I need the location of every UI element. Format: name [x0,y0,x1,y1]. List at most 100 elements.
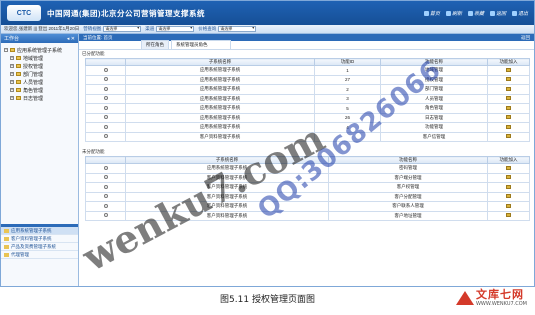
edit-icon[interactable] [506,124,511,129]
row-radio[interactable] [85,191,126,202]
row-radio[interactable] [85,93,126,104]
app-header: CTC 中国网通(集团)北京分公司营销管理支撑系统 首页 刷新 收藏 返回 退出 [1,1,534,25]
home-link[interactable]: 首页 [423,10,440,17]
view-select[interactable]: 请选择 [103,26,142,32]
expand-icon[interactable]: + [10,80,14,84]
expand-icon[interactable]: + [10,96,14,100]
tree-item-personnel[interactable]: + 人员管理 [4,78,75,86]
collapse-icon[interactable]: − [4,48,8,52]
tree-item-authorization[interactable]: + 授权管理 [4,62,75,70]
channel-select[interactable]: 请选择 [156,26,195,32]
radio-icon[interactable] [103,77,108,82]
add-function-cell [487,201,530,212]
table-row: 客户资料管理子系统 客户端分管理 [85,172,530,183]
tree-item-department[interactable]: + 部门管理 [4,70,75,78]
function-name-cell: 部门管理 [379,84,489,95]
function-name-cell: 功能管理 [379,122,489,133]
edit-icon[interactable] [506,86,511,91]
row-radio[interactable] [85,163,126,174]
tree-item-region[interactable]: + 地域管理 [4,54,75,62]
module-customer[interactable]: 客户资料管理子系统 [1,235,78,243]
row-radio[interactable] [85,74,126,85]
row-radio[interactable] [85,172,126,183]
folder-icon [4,228,9,233]
edit-icon[interactable] [506,213,511,218]
refresh-link[interactable]: 刷新 [445,10,462,17]
add-function-cell [487,182,530,193]
function-name-cell: 角色管理 [379,103,489,114]
expand-icon[interactable]: + [10,56,14,60]
assigned-title: 已分配功能 [82,51,105,56]
edit-icon[interactable] [506,194,511,199]
radio-icon[interactable] [103,115,108,120]
radio-icon[interactable] [103,124,108,129]
function-name-cell: 日志管理 [379,112,489,123]
column-header: 功能加入 [487,156,530,164]
expand-icon[interactable]: + [10,64,14,68]
table-row: 应用系统管理子系统 26 日志管理 [85,112,530,123]
expand-icon[interactable]: + [10,88,14,92]
radio-icon[interactable] [103,175,108,180]
brand-name: 文库七网 [475,288,524,301]
subsystem-cell: 客户资料管理子系统 [125,210,329,221]
radio-icon[interactable] [103,86,108,91]
tree-root[interactable]: − 应用系统管理子系统 [4,46,75,54]
radio-icon[interactable] [103,184,108,189]
add-function-cell [487,131,530,142]
add-function-cell [487,74,530,85]
folder-icon [4,244,9,249]
radio-icon[interactable] [103,96,108,101]
row-radio[interactable] [85,210,126,221]
edit-icon[interactable] [506,67,511,72]
folder-icon [16,56,21,60]
back-link[interactable]: 返回 [489,10,506,17]
edit-icon[interactable] [506,203,511,208]
folder-icon [4,252,9,257]
table-row: 客户资料管理子系统 客户权管理 [85,182,530,193]
folder-icon [16,96,21,100]
row-radio[interactable] [85,122,126,133]
price-select[interactable]: 请选择 [218,26,257,32]
row-radio[interactable] [85,65,126,76]
tree-item-log[interactable]: + 日志管理 [4,94,75,102]
edit-icon[interactable] [506,134,511,139]
radio-icon[interactable] [103,194,108,199]
radio-icon[interactable] [103,67,108,72]
row-radio[interactable] [85,201,126,212]
back-icon [489,10,495,16]
row-radio[interactable] [85,131,126,142]
tree-item-role[interactable]: + 角色管理 [4,86,75,94]
module-agent[interactable]: 代理管理 [1,251,78,259]
edit-icon[interactable] [506,184,511,189]
row-radio[interactable] [85,112,126,123]
edit-icon[interactable] [506,115,511,120]
function-name-cell: 授权管理 [379,74,489,85]
edit-icon[interactable] [506,175,511,180]
radio-icon[interactable] [103,165,108,170]
radio-icon[interactable] [103,105,108,110]
table-row: 应用系统管理子系统 2 部门管理 [85,84,530,95]
row-radio[interactable] [85,182,126,193]
table-row: 应用系统管理子系统 密码管理 [85,163,530,174]
add-function-cell [487,103,530,114]
role-label: 所在角色 [141,40,169,50]
favorite-link[interactable]: 收藏 [467,10,484,17]
radio-icon[interactable] [103,134,108,139]
row-radio[interactable] [85,103,126,114]
radio-icon[interactable] [103,203,108,208]
edit-icon[interactable] [506,165,511,170]
logout-link[interactable]: 退出 [511,10,528,17]
channel-select-label: 渠道 [145,26,155,31]
module-app-system[interactable]: 应用系统管理子系统 [1,227,78,235]
edit-icon[interactable] [506,77,511,82]
subsystem-cell: 客户资料管理子系统 [125,131,315,142]
expand-icon[interactable]: + [10,72,14,76]
back-button[interactable]: 返回 [521,35,530,41]
module-product[interactable]: 产品及资费管理子系统 [1,243,78,251]
sidebar-collapse-icon[interactable]: ◂ ✕ [67,36,75,42]
radio-icon[interactable] [103,213,108,218]
app-title: 中国网通(集团)北京分公司营销管理支撑系统 [47,8,205,18]
edit-icon[interactable] [506,96,511,101]
edit-icon[interactable] [506,105,511,110]
row-radio[interactable] [85,84,126,95]
